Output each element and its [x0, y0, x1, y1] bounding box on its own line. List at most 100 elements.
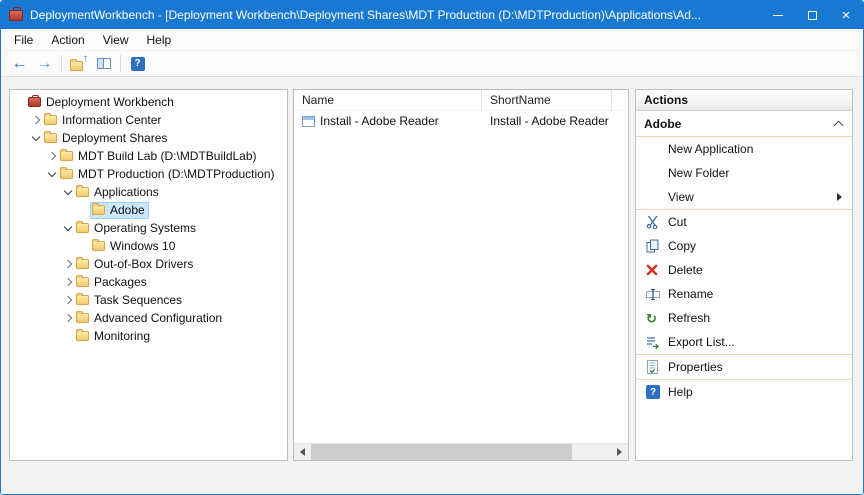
cut-icon — [646, 215, 668, 229]
expander-none — [78, 204, 90, 216]
scroll-right-icon — [617, 448, 622, 456]
tree-item-applications[interactable]: Applications — [10, 183, 287, 201]
tree-item-packages[interactable]: Packages — [10, 273, 287, 291]
action-new-application[interactable]: New Application — [636, 137, 852, 161]
help-button[interactable]: ? — [125, 53, 150, 75]
show-console-tree-button[interactable] — [91, 53, 116, 75]
shortname-cell: Install - Adobe Reader — [482, 114, 612, 128]
delete-icon — [646, 264, 668, 276]
back-button[interactable]: ← — [7, 53, 32, 75]
horizontal-scrollbar — [294, 443, 628, 460]
close-icon: × — [842, 8, 851, 23]
forward-button[interactable]: → — [32, 53, 57, 75]
tree-item-mdt-production[interactable]: MDT Production (D:\MDTProduction) — [10, 165, 287, 183]
console-body: Deployment Workbench Information Center … — [1, 77, 863, 494]
maximize-icon — [808, 11, 817, 20]
tree-item-task-sequences[interactable]: Task Sequences — [10, 291, 287, 309]
action-properties[interactable]: Properties — [636, 355, 852, 379]
tree-item-windows-10[interactable]: Windows 10 — [10, 237, 287, 255]
actions-pane: Actions Adobe New Application New Folder… — [635, 89, 853, 461]
close-button[interactable]: × — [829, 1, 863, 29]
tree-item-information-center[interactable]: Information Center — [10, 111, 287, 129]
action-view[interactable]: View — [636, 185, 852, 209]
action-help[interactable]: ? Help — [636, 380, 852, 404]
action-cut[interactable]: Cut — [636, 210, 852, 234]
chevron-right-icon[interactable] — [62, 258, 74, 270]
actions-group-adobe[interactable]: Adobe — [636, 111, 852, 136]
scroll-left-button[interactable] — [294, 444, 311, 460]
action-refresh[interactable]: ↻ Refresh — [636, 306, 852, 330]
tree-item-monitoring[interactable]: Monitoring — [10, 327, 287, 345]
properties-icon — [646, 360, 668, 374]
folder-icon — [44, 133, 60, 143]
folder-icon — [60, 151, 76, 161]
name-cell: Install - Adobe Reader — [294, 114, 482, 128]
menu-file[interactable]: File — [5, 30, 42, 50]
folder-icon — [76, 313, 92, 323]
results-list-pane: Name ShortName Install - Adobe Reader In… — [293, 89, 629, 461]
chevron-right-icon[interactable] — [46, 150, 58, 162]
chevron-right-icon[interactable] — [30, 114, 42, 126]
scroll-thumb[interactable] — [311, 444, 572, 460]
up-one-level-button[interactable]: ↑ — [66, 53, 91, 75]
tree-item-mdt-build-lab[interactable]: MDT Build Lab (D:\MDTBuildLab) — [10, 147, 287, 165]
tree-item-operating-systems[interactable]: Operating Systems — [10, 219, 287, 237]
export-list-icon — [646, 336, 668, 349]
list-header: Name ShortName — [294, 90, 628, 111]
chevron-right-icon[interactable] — [62, 276, 74, 288]
toolbar-separator — [120, 55, 121, 72]
folder-icon — [92, 241, 108, 251]
chevron-down-icon[interactable] — [62, 222, 74, 234]
scroll-track[interactable] — [311, 444, 611, 460]
console-tree-pane: Deployment Workbench Information Center … — [9, 89, 288, 461]
action-delete[interactable]: Delete — [636, 258, 852, 282]
action-new-folder[interactable]: New Folder — [636, 161, 852, 185]
rename-icon — [646, 288, 668, 301]
window-controls: × — [761, 1, 863, 29]
chevron-down-icon[interactable] — [46, 168, 58, 180]
minimize-icon — [773, 15, 783, 16]
tree-item-advanced-configuration[interactable]: Advanced Configuration — [10, 309, 287, 327]
chevron-right-icon[interactable] — [62, 312, 74, 324]
forward-arrow-icon: → — [37, 56, 53, 72]
tree-item-deployment-workbench[interactable]: Deployment Workbench — [10, 93, 287, 111]
back-arrow-icon: ← — [12, 56, 28, 72]
minimize-button[interactable] — [761, 1, 795, 29]
column-header-name[interactable]: Name — [294, 90, 482, 110]
action-copy[interactable]: Copy — [636, 234, 852, 258]
menu-help[interactable]: Help — [138, 30, 181, 50]
expander-none — [62, 330, 74, 342]
scroll-left-icon — [300, 448, 305, 456]
folder-icon — [60, 169, 76, 179]
menu-action[interactable]: Action — [42, 30, 93, 50]
expander-none — [14, 96, 26, 108]
refresh-icon: ↻ — [646, 312, 668, 325]
folder-icon — [76, 277, 92, 287]
menu-view[interactable]: View — [94, 30, 138, 50]
workbench-icon — [28, 97, 44, 107]
help-icon: ? — [646, 385, 668, 399]
application-icon — [302, 116, 315, 127]
folder-icon — [44, 115, 60, 125]
menu-bar: File Action View Help — [1, 29, 863, 51]
column-header-shortname[interactable]: ShortName — [482, 90, 612, 110]
chevron-down-icon[interactable] — [62, 186, 74, 198]
maximize-button[interactable] — [795, 1, 829, 29]
chevron-right-icon[interactable] — [62, 294, 74, 306]
chevron-down-icon[interactable] — [30, 132, 42, 144]
help-icon: ? — [131, 57, 145, 71]
scroll-right-button[interactable] — [611, 444, 628, 460]
action-rename[interactable]: Rename — [636, 282, 852, 306]
tree-item-out-of-box-drivers[interactable]: Out-of-Box Drivers — [10, 255, 287, 273]
title-bar: DeploymentWorkbench - [Deployment Workbe… — [1, 1, 863, 29]
folder-icon — [76, 223, 92, 233]
console-tree-icon — [97, 58, 111, 69]
tree-item-deployment-shares[interactable]: Deployment Shares — [10, 129, 287, 147]
app-icon — [9, 10, 23, 21]
expander-none — [78, 240, 90, 252]
action-export-list[interactable]: Export List... — [636, 330, 852, 354]
tree-item-adobe[interactable]: Adobe — [10, 201, 287, 219]
list-row-install-adobe-reader[interactable]: Install - Adobe Reader Install - Adobe R… — [294, 111, 628, 131]
collapse-chevron-icon[interactable] — [834, 121, 844, 131]
folder-icon — [76, 259, 92, 269]
